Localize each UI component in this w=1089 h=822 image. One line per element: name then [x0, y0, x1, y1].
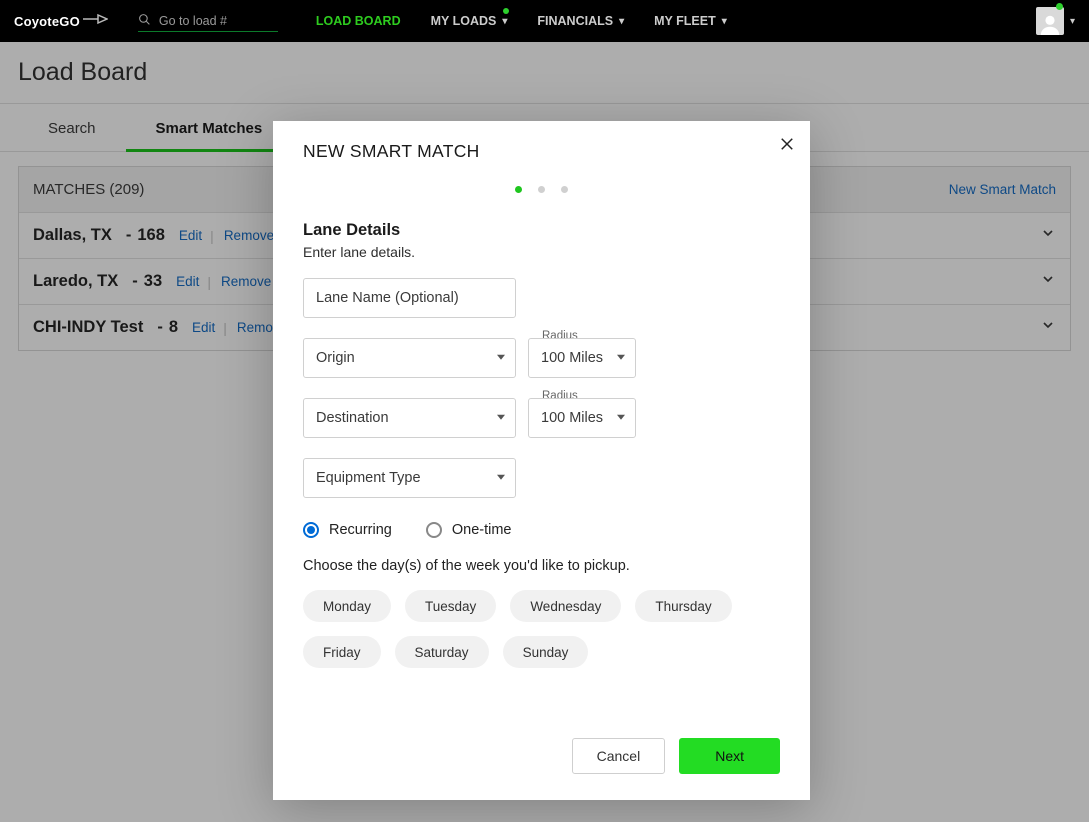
- step-dot: [561, 186, 568, 193]
- brand-text: CoyoteGO: [14, 14, 80, 29]
- top-navbar: CoyoteGO Go to load # LOAD BOARD MY LOAD…: [0, 0, 1089, 42]
- origin-select[interactable]: Origin: [303, 338, 516, 378]
- new-smart-match-modal: NEW SMART MATCH Lane Details Enter lane …: [273, 121, 810, 800]
- day-chip-thursday[interactable]: Thursday: [635, 590, 731, 622]
- nav-load-board[interactable]: LOAD BOARD: [316, 14, 401, 28]
- nav-my-fleet[interactable]: MY FLEET ▾: [654, 14, 727, 28]
- close-icon[interactable]: [778, 135, 796, 158]
- section-subtitle: Enter lane details.: [303, 244, 780, 260]
- goto-load-search[interactable]: Go to load #: [138, 11, 278, 32]
- choose-days-text: Choose the day(s) of the week you'd like…: [303, 558, 780, 574]
- primary-nav: LOAD BOARD MY LOADS ▾ FINANCIALS ▾ MY FL…: [316, 14, 727, 28]
- day-chip-wednesday[interactable]: Wednesday: [510, 590, 621, 622]
- recurring-radio[interactable]: Recurring: [303, 522, 392, 538]
- next-button[interactable]: Next: [679, 738, 780, 774]
- notification-dot-icon: [503, 8, 509, 14]
- lane-name-input[interactable]: Lane Name (Optional): [303, 278, 516, 318]
- modal-title: NEW SMART MATCH: [303, 141, 780, 162]
- days-selector: Monday Tuesday Wednesday Thursday Friday…: [303, 590, 780, 668]
- schedule-type-radio-group: Recurring One-time: [303, 522, 780, 538]
- logo[interactable]: CoyoteGO: [14, 12, 108, 31]
- chevron-down-icon: ▾: [502, 16, 507, 27]
- nav-financials[interactable]: FINANCIALS ▾: [537, 14, 624, 28]
- step-dot: [515, 186, 522, 193]
- search-placeholder: Go to load #: [159, 14, 227, 28]
- caret-down-icon: ▾: [1070, 16, 1075, 27]
- origin-radius-select[interactable]: 100 Miles: [528, 338, 636, 378]
- step-indicator: [303, 186, 780, 193]
- radio-unselected-icon: [426, 522, 442, 538]
- chevron-down-icon: ▾: [619, 16, 624, 27]
- search-icon: [138, 13, 159, 29]
- day-chip-saturday[interactable]: Saturday: [395, 636, 489, 668]
- day-chip-tuesday[interactable]: Tuesday: [405, 590, 496, 622]
- day-chip-sunday[interactable]: Sunday: [503, 636, 589, 668]
- chevron-down-icon: ▾: [722, 16, 727, 27]
- destination-radius-select[interactable]: 100 Miles: [528, 398, 636, 438]
- day-chip-friday[interactable]: Friday: [303, 636, 381, 668]
- day-chip-monday[interactable]: Monday: [303, 590, 391, 622]
- one-time-radio[interactable]: One-time: [426, 522, 512, 538]
- arrow-icon: [82, 12, 108, 31]
- equipment-type-select[interactable]: Equipment Type: [303, 458, 516, 498]
- step-dot: [538, 186, 545, 193]
- modal-footer: Cancel Next: [303, 738, 780, 774]
- section-title: Lane Details: [303, 221, 780, 240]
- notification-dot-icon: [1056, 3, 1063, 10]
- avatar: [1036, 7, 1064, 35]
- radio-selected-icon: [303, 522, 319, 538]
- nav-my-loads[interactable]: MY LOADS ▾: [431, 14, 508, 28]
- destination-select[interactable]: Destination: [303, 398, 516, 438]
- cancel-button[interactable]: Cancel: [572, 738, 666, 774]
- user-menu[interactable]: ▾: [1036, 7, 1075, 35]
